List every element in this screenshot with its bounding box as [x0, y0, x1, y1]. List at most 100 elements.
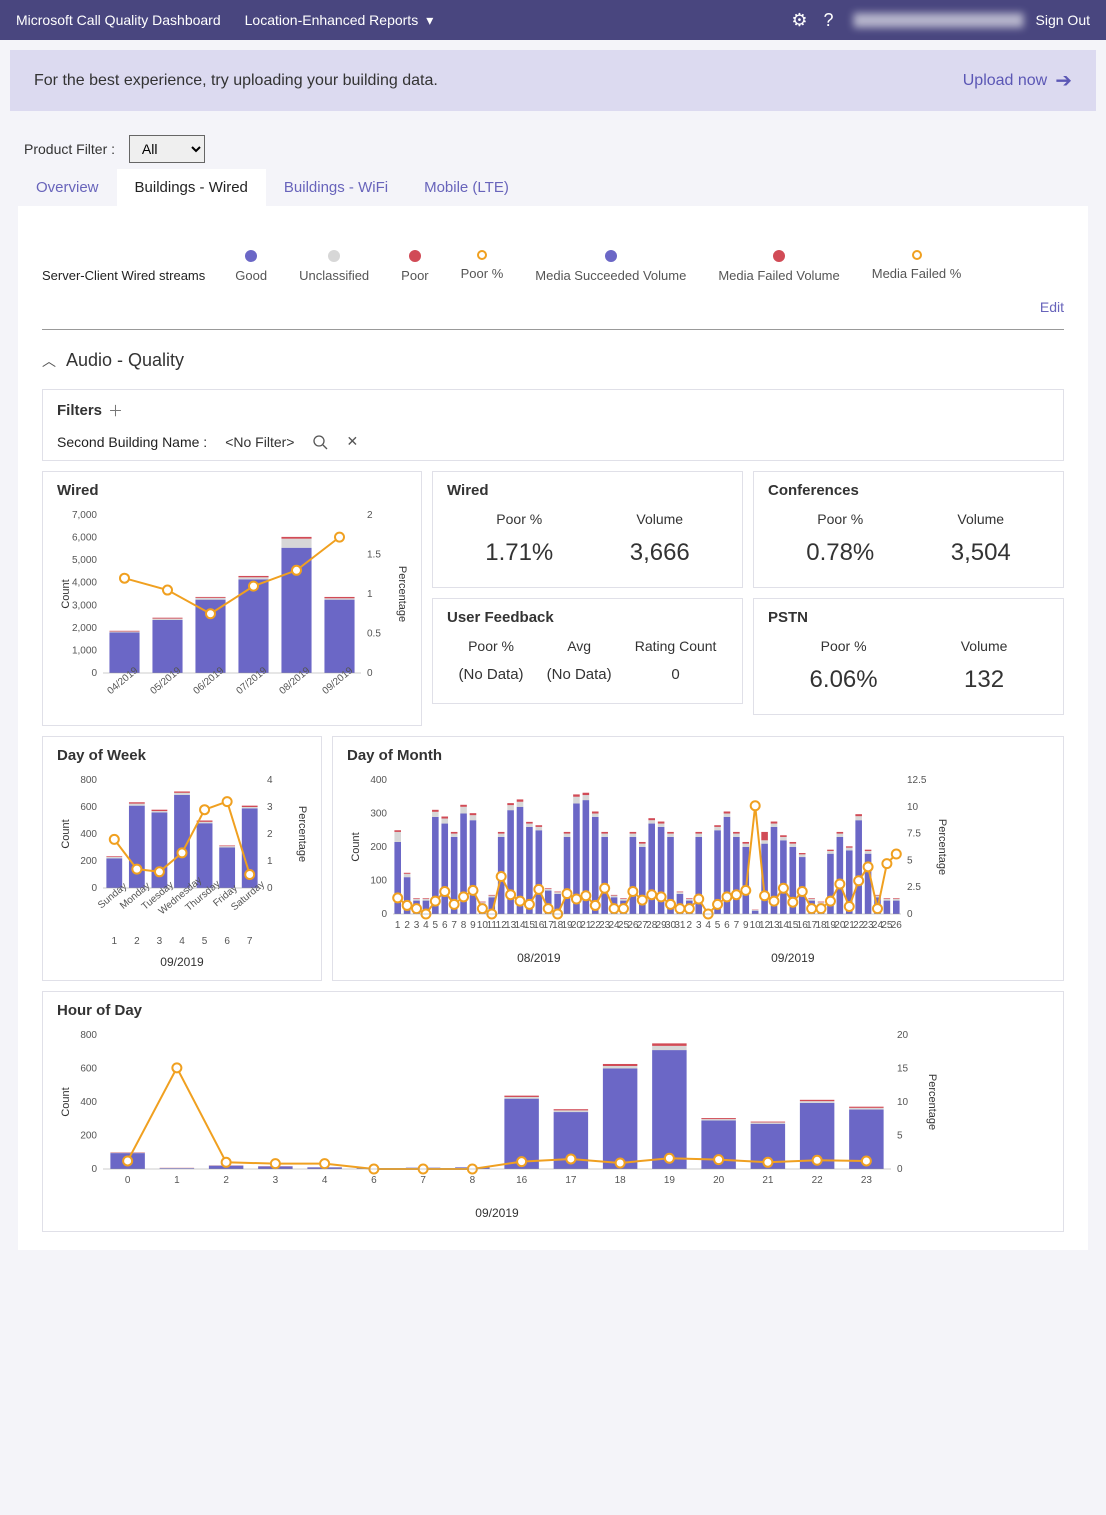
stat-label: Rating Count — [635, 638, 717, 654]
svg-text:4: 4 — [705, 920, 711, 931]
upload-banner: For the best experience, try uploading y… — [10, 50, 1096, 111]
card-title: Wired — [447, 482, 728, 499]
product-filter-select[interactable]: All — [129, 135, 205, 163]
sign-out-link[interactable]: Sign Out — [1036, 12, 1090, 28]
svg-text:Count: Count — [350, 832, 362, 861]
legend-item: Good — [235, 250, 267, 283]
svg-text:19: 19 — [664, 1175, 676, 1186]
filter-row-label: Second Building Name : — [57, 434, 207, 450]
svg-text:09/2019: 09/2019 — [160, 955, 204, 969]
svg-text:20: 20 — [713, 1175, 725, 1186]
tab-bar: OverviewBuildings - WiredBuildings - WiF… — [0, 169, 1106, 206]
card-title: Day of Month — [347, 747, 1049, 764]
svg-text:2: 2 — [687, 920, 693, 931]
svg-text:22: 22 — [812, 1175, 824, 1186]
dom-chart-card: Day of Month 010020030040002.557.51012.5… — [332, 736, 1064, 981]
chevron-down-icon: ▾ — [426, 12, 433, 29]
svg-text:1: 1 — [174, 1175, 180, 1186]
stat-label: Volume — [961, 638, 1008, 654]
svg-text:400: 400 — [80, 1097, 97, 1108]
svg-text:7.5: 7.5 — [907, 829, 921, 840]
stat-label: Avg — [547, 638, 612, 654]
svg-text:0: 0 — [907, 909, 913, 920]
svg-text:5: 5 — [897, 1131, 903, 1142]
svg-text:0: 0 — [91, 883, 97, 894]
svg-text:15: 15 — [897, 1064, 909, 1075]
svg-text:7,000: 7,000 — [72, 510, 97, 521]
svg-text:Percentage: Percentage — [296, 806, 307, 862]
gear-icon[interactable]: ⚙ — [791, 10, 807, 31]
report-dropdown[interactable]: Location-Enhanced Reports ▾ — [245, 12, 434, 29]
svg-text:16: 16 — [516, 1175, 528, 1186]
svg-text:1: 1 — [395, 920, 401, 931]
svg-text:5: 5 — [715, 920, 721, 931]
svg-text:5: 5 — [202, 936, 208, 947]
svg-text:0: 0 — [91, 1164, 97, 1175]
pstn-stat-card: PSTN Poor %6.06% Volume132 — [753, 598, 1064, 715]
section-header[interactable]: ︿ Audio - Quality — [42, 350, 1064, 371]
stat-label: Poor % — [810, 638, 878, 654]
svg-text:0: 0 — [125, 1175, 131, 1186]
svg-text:6,000: 6,000 — [72, 533, 97, 544]
svg-text:6: 6 — [724, 920, 730, 931]
stat-label: Poor % — [459, 638, 524, 654]
svg-text:9: 9 — [743, 920, 749, 931]
help-icon[interactable]: ? — [823, 10, 833, 31]
svg-text:3: 3 — [696, 920, 702, 931]
svg-text:26: 26 — [891, 920, 903, 931]
svg-text:Count: Count — [60, 579, 72, 608]
report-dropdown-label: Location-Enhanced Reports — [245, 12, 419, 28]
search-icon[interactable] — [312, 434, 328, 450]
svg-text:12.5: 12.5 — [907, 775, 927, 786]
filters-card: Filters ＋ Second Building Name : <No Fil… — [42, 389, 1064, 461]
banner-text: For the best experience, try uploading y… — [34, 72, 438, 90]
product-filter-label: Product Filter : — [24, 141, 115, 157]
svg-text:20: 20 — [897, 1030, 909, 1041]
svg-text:2: 2 — [367, 510, 373, 521]
svg-text:8: 8 — [461, 920, 467, 931]
svg-text:8: 8 — [470, 1175, 476, 1186]
svg-text:6: 6 — [442, 920, 448, 931]
svg-text:10: 10 — [907, 802, 919, 813]
svg-text:6: 6 — [224, 936, 230, 947]
close-icon[interactable]: ✕ — [346, 433, 358, 450]
card-title: User Feedback — [447, 609, 728, 626]
card-title: Conferences — [768, 482, 1049, 499]
svg-text:4: 4 — [423, 920, 429, 931]
svg-text:600: 600 — [80, 1064, 97, 1075]
tab-buildings-wifi[interactable]: Buildings - WiFi — [266, 169, 406, 206]
svg-text:3: 3 — [414, 920, 420, 931]
svg-text:2: 2 — [267, 829, 273, 840]
plus-icon[interactable]: ＋ — [108, 400, 123, 421]
svg-text:23: 23 — [861, 1175, 873, 1186]
svg-text:Count: Count — [60, 819, 72, 848]
svg-text:100: 100 — [370, 876, 387, 887]
tab-overview[interactable]: Overview — [18, 169, 117, 206]
edit-link[interactable]: Edit — [1040, 299, 1064, 315]
svg-text:5,000: 5,000 — [72, 555, 97, 566]
svg-text:0: 0 — [267, 883, 273, 894]
app-title: Microsoft Call Quality Dashboard — [16, 12, 221, 28]
svg-text:3: 3 — [157, 936, 163, 947]
filter-row-value: <No Filter> — [225, 434, 294, 450]
tab-mobile-lte-[interactable]: Mobile (LTE) — [406, 169, 527, 206]
svg-text:300: 300 — [370, 809, 387, 820]
svg-text:800: 800 — [80, 1030, 97, 1041]
stat-value: (No Data) — [547, 666, 612, 683]
card-title: Hour of Day — [57, 1002, 1049, 1019]
svg-text:Percentage: Percentage — [936, 819, 947, 875]
svg-text:21: 21 — [762, 1175, 774, 1186]
tab-buildings-wired[interactable]: Buildings - Wired — [117, 169, 266, 206]
svg-text:2.5: 2.5 — [907, 882, 921, 893]
svg-text:4: 4 — [322, 1175, 328, 1186]
svg-text:600: 600 — [80, 802, 97, 813]
upload-now-link[interactable]: Upload now — [963, 72, 1048, 90]
svg-text:1,000: 1,000 — [72, 645, 97, 656]
arrow-right-icon: ➔ — [1055, 68, 1072, 93]
svg-text:1: 1 — [112, 936, 118, 947]
svg-text:400: 400 — [370, 775, 387, 786]
card-title: Day of Week — [57, 747, 307, 764]
svg-text:5: 5 — [433, 920, 439, 931]
stat-value: 0 — [635, 666, 717, 683]
svg-text:08/2019: 08/2019 — [517, 951, 561, 965]
